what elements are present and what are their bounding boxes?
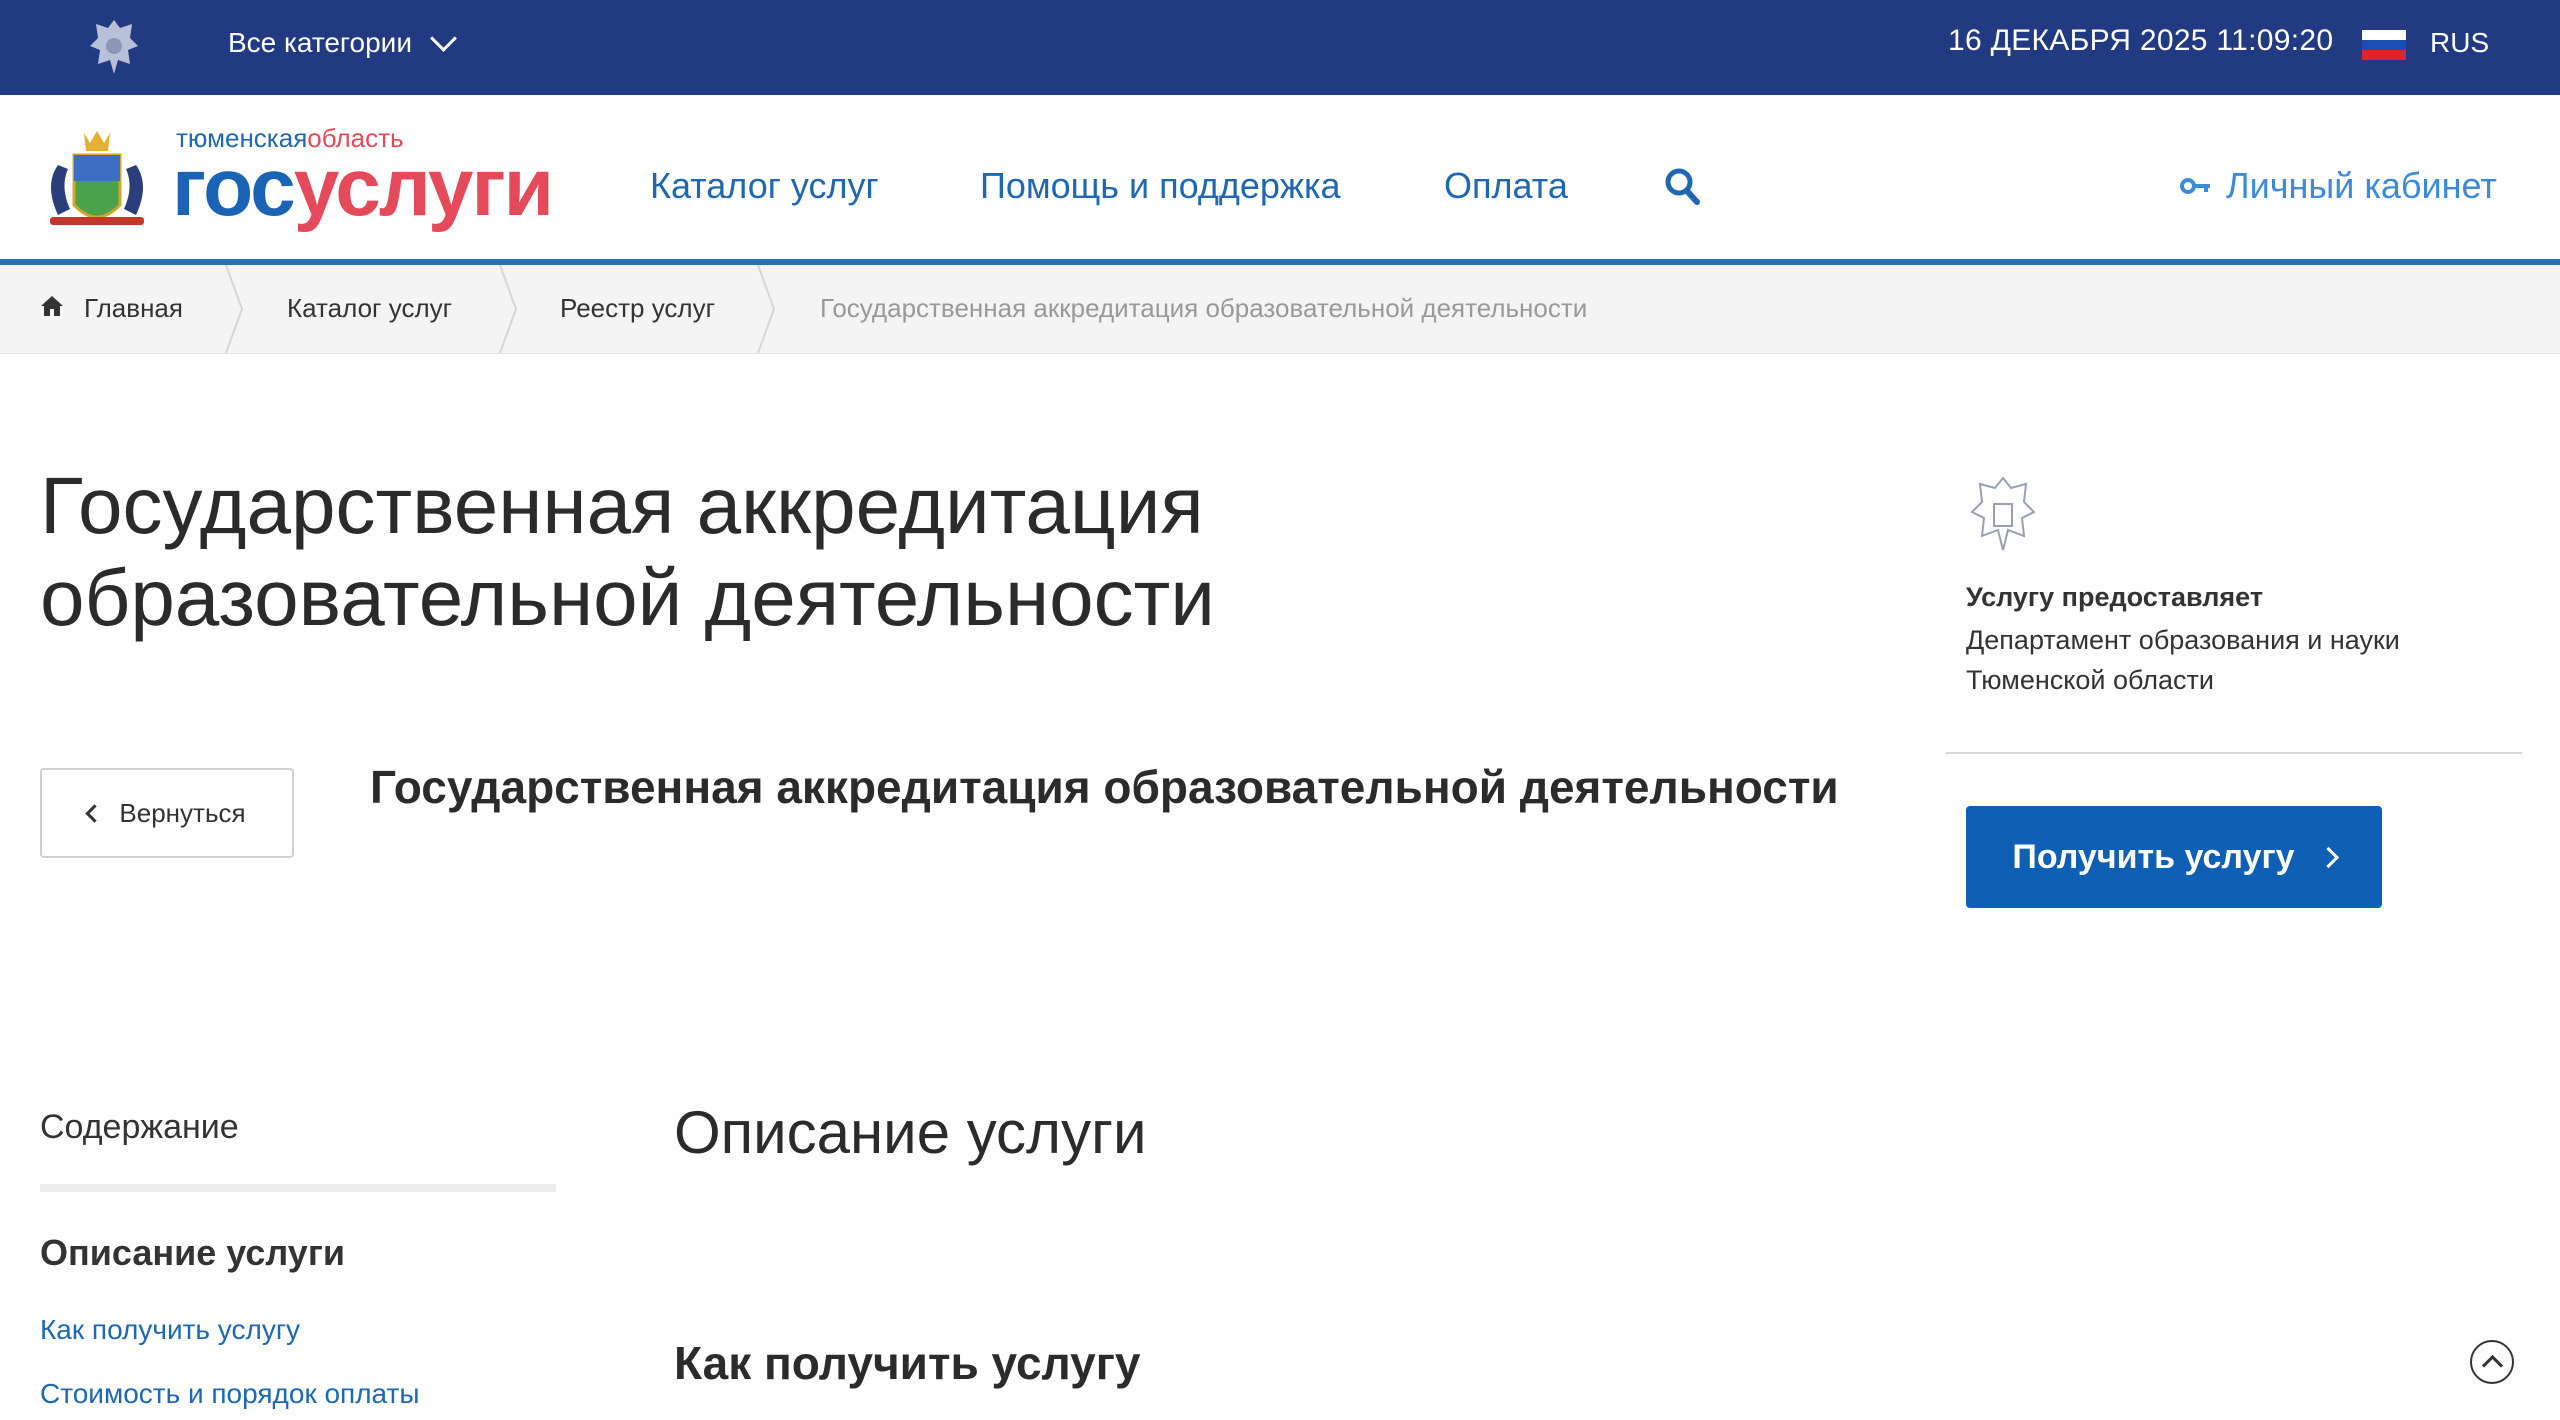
chevron-left-icon [85, 803, 105, 823]
toc-divider [40, 1184, 556, 1192]
get-service-button[interactable]: Получить услугу [1966, 806, 2382, 908]
get-service-label: Получить услугу [2012, 837, 2295, 876]
breadcrumb-registry[interactable]: Реестр услуг [560, 293, 715, 324]
scroll-top-button[interactable] [2470, 1340, 2514, 1384]
nav-payment[interactable]: Оплата [1444, 165, 1568, 207]
toc-link-how-to-get[interactable]: Как получить услугу [40, 1314, 300, 1346]
provider-label: Услугу предоставляет [1966, 582, 2264, 612]
provider-name: Департамент образования и науки Тюменско… [1966, 625, 2400, 695]
chevron-right-icon [2317, 846, 2339, 868]
toc-title: Содержание [40, 1108, 239, 1146]
page-title: Государственная аккредитация образовател… [40, 461, 1215, 642]
back-label: Вернуться [119, 797, 246, 828]
breadcrumb-home[interactable]: Главная [84, 293, 183, 324]
chevron-down-icon [430, 24, 457, 52]
site-header: тюменскаяобласть госуслуги Каталог услуг… [0, 95, 2560, 265]
emblem-icon [90, 20, 138, 74]
breadcrumb-separator [757, 265, 776, 353]
toc-link-cost[interactable]: Стоимость и порядок оплаты [40, 1378, 419, 1410]
nav-help[interactable]: Помощь и поддержка [980, 165, 1341, 207]
categories-dropdown[interactable]: Все категории [228, 24, 457, 59]
flag-ru-icon[interactable] [2362, 30, 2406, 60]
breadcrumb-separator [225, 265, 244, 353]
top-bar: Все категории 16 ДЕКАБРЯ 2025 11:09:20 R… [0, 0, 2560, 95]
emblem-icon [1970, 476, 2036, 551]
service-subtitle: Государственная аккредитация образовател… [370, 761, 1839, 813]
language-switch[interactable]: RUS [2430, 27, 2489, 59]
divider [1946, 752, 2522, 754]
logo-gosuslugi[interactable]: госуслуги [172, 147, 554, 229]
key-icon [2180, 178, 2210, 194]
cabinet-label: Личный кабинет [2226, 165, 2497, 206]
categories-label: Все категории [228, 27, 412, 58]
arrow-up-icon [2481, 1354, 2503, 1376]
breadcrumb-catalog[interactable]: Каталог услуг [287, 293, 452, 324]
back-button[interactable]: Вернуться [40, 768, 294, 858]
breadcrumb-separator [499, 265, 518, 353]
breadcrumb: Главная Каталог услуг Реестр услуг Госуд… [0, 265, 2560, 354]
section-subtitle: Как получить услугу [674, 1337, 1141, 1389]
coat-of-arms-icon[interactable] [38, 125, 156, 235]
home-icon [41, 296, 63, 316]
nav-catalog[interactable]: Каталог услуг [650, 165, 879, 207]
search-icon[interactable] [1664, 167, 1700, 205]
personal-cabinet-link[interactable]: Личный кабинет [2180, 165, 2497, 207]
breadcrumb-current: Государственная аккредитация образовател… [820, 293, 1588, 323]
toc-item-active[interactable]: Описание услуги [40, 1232, 345, 1274]
section-title: Описание услуги [674, 1099, 1147, 1166]
current-datetime: 16 ДЕКАБРЯ 2025 11:09:20 [1948, 24, 2334, 57]
